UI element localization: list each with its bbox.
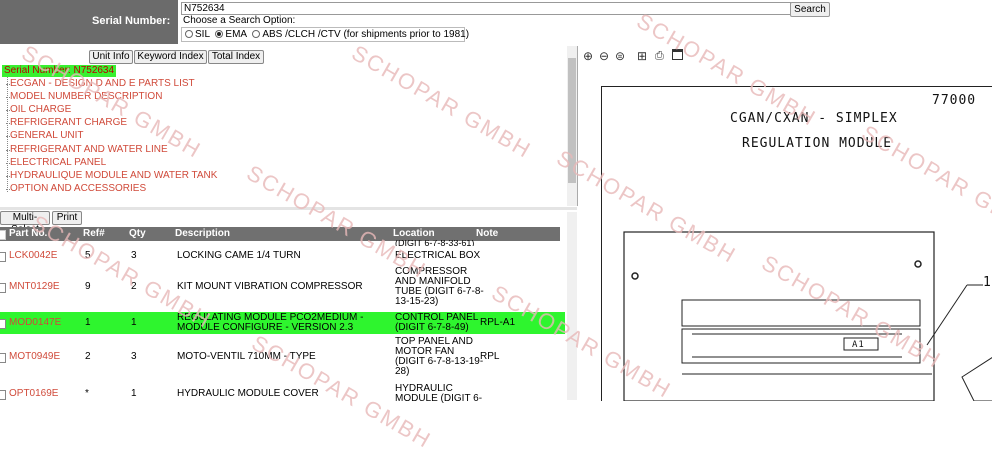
technical-drawing: 77000 CGAN/CXAN - SIMPLEX REGULATION MOD… [601, 86, 992, 401]
description-cell: MOTO-VENTIL 710MM - TYPE [177, 351, 316, 362]
tree-connector [7, 77, 8, 192]
search-header: Serial Number: N752634 Search Choose a S… [0, 0, 992, 44]
radio-abs-label: ABS /CLCH /CTV (for shipments prior to 1… [262, 29, 470, 40]
qty-cell: 3 [131, 351, 137, 362]
tree-item-refrigerant-charge[interactable]: REFRIGERANT CHARGE [5, 117, 127, 129]
row-checkbox[interactable] [0, 319, 6, 329]
description-cell: LOCKING CAME 1/4 TURN [177, 250, 301, 261]
tree-root-node[interactable]: Serial Number: N752634 [2, 65, 117, 77]
ref-cell: 9 [85, 281, 91, 292]
search-option-label: Choose a Search Option: [183, 15, 296, 26]
table-row[interactable]: MOT0949E 2 3 MOTO-VENTIL 710MM - TYPE TOP PA… [0, 336, 565, 377]
drawing-title-2: REGULATION MODULE [742, 136, 893, 151]
radio-sil-label: SIL [195, 29, 210, 40]
part-number-link[interactable]: MOD0147E [9, 318, 61, 328]
drawing-title-1: CGAN/CXAN - SIMPLEX [730, 111, 898, 126]
search-button[interactable]: Search [790, 2, 830, 17]
ref-cell: 5 [85, 250, 91, 261]
callout-leader [926, 284, 968, 346]
qty-cell: 2 [131, 281, 137, 292]
note-cell: RPL-A1 [480, 317, 516, 328]
serial-number-input[interactable]: N752634 [181, 2, 791, 15]
radio-ema[interactable] [215, 30, 224, 38]
mount-hole-left [631, 272, 639, 280]
qty-cell: 1 [131, 388, 137, 399]
table-row[interactable]: MNT0129E 9 2 KIT MOUNT VIBRATION COMPRESSOR… [0, 264, 565, 310]
tree-item-hydraulic-module[interactable]: HYDRAULIQUE MODULE AND WATER TANK [5, 170, 217, 182]
unit-info-button[interactable]: Unit Info [89, 50, 133, 64]
tree-item-options[interactable]: OPTION AND ACCESSORIES [5, 183, 146, 195]
row-checkbox[interactable] [0, 390, 6, 400]
parts-scrollbar[interactable] [567, 212, 577, 400]
tree-scrollbar-thumb[interactable] [568, 58, 576, 183]
print-button[interactable]: Print [52, 211, 82, 225]
zoom-out-icon[interactable]: ⊖ [599, 50, 609, 62]
radio-sil[interactable] [185, 30, 193, 38]
zoom-area-icon[interactable]: ⊞ [637, 50, 647, 62]
row-checkbox[interactable] [0, 252, 6, 262]
location-cell: 13-15-23) [395, 296, 439, 307]
drawing-number: 77000 [932, 93, 977, 108]
serial-number-label: Serial Number: [92, 15, 171, 27]
pane-splitter[interactable] [0, 207, 577, 210]
description-cell: KIT MOUNT VIBRATION COMPRESSOR [177, 281, 363, 292]
partial-location-text: (DIGIT 6-7-8-33-61) [395, 240, 475, 246]
part-number-link[interactable]: OPT0169E [9, 389, 58, 399]
panel-outline [623, 231, 935, 401]
zoom-in-icon[interactable]: ⊕ [583, 50, 593, 62]
part-number-link[interactable]: MOT0949E [9, 352, 60, 362]
radio-ema-label: EMA [225, 29, 247, 40]
row-checkbox[interactable] [0, 283, 6, 293]
location-cell: ELECTRICAL BOX [395, 250, 481, 261]
qty-cell: 1 [131, 317, 137, 328]
tree-item-oil-charge[interactable]: OIL CHARGE [5, 104, 71, 116]
ref-cell: 1 [85, 317, 91, 328]
part-number-link[interactable]: MNT0129E [9, 282, 60, 292]
drawing-label-a1: A1 [852, 340, 865, 350]
drawing-svg [623, 231, 992, 401]
col-qty[interactable]: Qty [129, 228, 146, 240]
tree-item-parts-list[interactable]: ECGAN - DESIGN D AND E PARTS LIST [6, 78, 195, 90]
zoom-fit-icon[interactable]: ⊜ [615, 50, 625, 62]
window-icon[interactable] [672, 49, 683, 60]
search-option-group: SIL EMA ABS /CLCH /CTV (for shipments pr… [181, 27, 469, 42]
description-cell: HYDRAULIC MODULE COVER [177, 388, 319, 399]
corner-part [961, 357, 992, 401]
multi-select-button[interactable]: Multi-Select [0, 211, 50, 235]
location-cell: (DIGIT 6-7-8-49) [395, 322, 469, 333]
col-note[interactable]: Note [476, 228, 498, 240]
table-row[interactable]: OPT0169E * 1 HYDRAULIC MODULE COVER HYDRAULI… [0, 379, 565, 409]
table-row[interactable]: MOD0147E 1 1 REGULATING MODULE PCO2MEDIUM -… [0, 312, 565, 334]
qty-cell: 3 [131, 250, 137, 261]
col-ref[interactable]: Ref# [83, 228, 105, 240]
part-number-link[interactable]: LCK0042E [9, 251, 57, 261]
table-row[interactable]: LCK0042E 5 3 LOCKING CAME 1/4 TURN ELECTRICA… [0, 247, 565, 264]
tree-item-general-unit[interactable]: GENERAL UNIT [6, 130, 84, 142]
parts-table-header: Part No. Ref# Qty Description Location N… [0, 227, 560, 241]
col-location[interactable]: Location [393, 228, 435, 240]
tree-item-refrigerant-water-line[interactable]: REFRIGERANT AND WATER LINE [6, 144, 168, 156]
description-cell: MODULE CONFIGURE - VERSION 2.3 [177, 322, 354, 333]
tree-item-model-number[interactable]: MODEL NUMBER DESCRIPTION [5, 91, 162, 103]
tree-item-electrical-panel[interactable]: ELECTRICAL PANEL [5, 157, 106, 169]
col-description[interactable]: Description [175, 228, 230, 240]
drawing-callout-1: 1 [983, 275, 992, 290]
location-cell: 28) [395, 366, 410, 377]
ref-cell: * [85, 388, 89, 399]
select-all-checkbox[interactable] [0, 230, 6, 240]
print-icon[interactable]: ⎙ [655, 50, 664, 62]
ref-cell: 2 [85, 351, 91, 362]
note-cell: RPL [480, 351, 500, 362]
col-part-no[interactable]: Part No. [9, 228, 47, 240]
row-checkbox[interactable] [0, 353, 6, 363]
keyword-index-button[interactable]: Keyword Index [134, 50, 207, 64]
mount-hole-right [914, 260, 922, 268]
module-slot [681, 299, 921, 327]
location-cell: MODULE (DIGIT 6- [395, 393, 483, 404]
total-index-button[interactable]: Total Index [208, 50, 264, 64]
radio-abs[interactable] [252, 30, 261, 38]
